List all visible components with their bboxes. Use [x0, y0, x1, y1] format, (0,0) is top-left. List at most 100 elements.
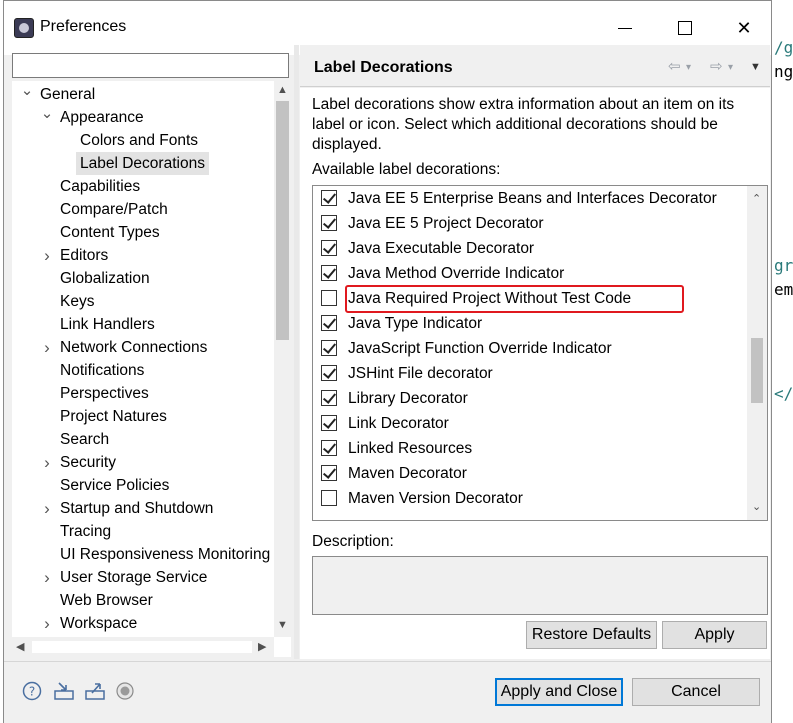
tree-item[interactable]: Label Decorations	[12, 152, 274, 175]
decoration-label: Maven Version Decorator	[348, 490, 523, 507]
tree-horizontal-scrollbar[interactable]: ◀ ▶	[12, 637, 274, 657]
page-header: Label Decorations ⇦ ▾ ⇨ ▾ ▼	[300, 45, 770, 87]
scroll-left-icon[interactable]: ◀	[16, 640, 24, 653]
forward-dropdown-icon[interactable]: ▾	[728, 62, 733, 73]
checkbox-checked[interactable]	[321, 415, 337, 431]
view-menu-icon[interactable]: ▼	[750, 61, 761, 73]
help-icon[interactable]: ?	[22, 681, 42, 701]
decoration-item[interactable]: Link Decorator	[313, 411, 745, 436]
tree-item-label: Globalization	[60, 270, 150, 287]
checkbox-checked[interactable]	[321, 340, 337, 356]
scroll-down-icon[interactable]: ▼	[277, 619, 288, 631]
tree-item[interactable]: UI Responsiveness Monitoring	[12, 543, 274, 566]
tree-item[interactable]: Link Handlers	[12, 313, 274, 336]
checkbox-checked[interactable]	[321, 215, 337, 231]
collapsed-icon[interactable]: ›	[40, 244, 54, 267]
tree-item[interactable]: › Editors	[12, 244, 274, 267]
tree-item[interactable]: Perspectives	[12, 382, 274, 405]
tree-item-label: Link Handlers	[60, 316, 155, 333]
scrollbar-thumb[interactable]	[32, 641, 252, 653]
collapsed-icon[interactable]: ›	[40, 566, 54, 589]
decoration-item[interactable]: Maven Decorator	[313, 461, 745, 486]
checkbox-checked[interactable]	[321, 190, 337, 206]
decoration-label: Java Method Override Indicator	[348, 265, 565, 282]
tree-item-label: Content Types	[60, 224, 160, 241]
decoration-item[interactable]: Java EE 5 Enterprise Beans and Interface…	[313, 186, 745, 211]
checkbox-checked[interactable]	[321, 440, 337, 456]
checkbox-checked[interactable]	[321, 365, 337, 381]
tree-item[interactable]: ⌄ Appearance	[12, 105, 274, 129]
tree-item[interactable]: Tracing	[12, 520, 274, 543]
expanded-icon[interactable]: ⌄	[40, 102, 54, 125]
pane-divider[interactable]	[294, 45, 299, 659]
tree-item-label: Keys	[60, 293, 95, 310]
tree-item[interactable]: Keys	[12, 290, 274, 313]
minimize-button[interactable]	[604, 13, 648, 43]
tree-item[interactable]: Web Browser	[12, 589, 274, 612]
tree-item[interactable]: Notifications	[12, 359, 274, 382]
decoration-item[interactable]: JavaScript Function Override Indicator	[313, 336, 745, 361]
background-editor-text: ng	[774, 62, 793, 81]
window-title: Preferences	[40, 18, 127, 35]
tree-item-label: Tracing	[60, 523, 112, 540]
tree-item[interactable]: › User Storage Service	[12, 566, 274, 589]
tree-item[interactable]: › Security	[12, 451, 274, 474]
decoration-item[interactable]: JSHint File decorator	[313, 361, 745, 386]
list-vertical-scrollbar[interactable]: ⌃ ⌄	[747, 186, 767, 520]
eclipse-icon	[14, 18, 34, 38]
tree-item[interactable]: › Startup and Shutdown	[12, 497, 274, 520]
checkbox-checked[interactable]	[321, 465, 337, 481]
scrollbar-thumb[interactable]	[751, 338, 763, 403]
tree-item[interactable]: Compare/Patch	[12, 198, 274, 221]
decoration-label: Link Decorator	[348, 415, 449, 432]
decoration-item[interactable]: Java Type Indicator	[313, 311, 745, 336]
record-icon[interactable]	[115, 681, 135, 701]
apply-and-close-button[interactable]: Apply and Close	[495, 678, 623, 706]
collapsed-icon[interactable]: ›	[40, 497, 54, 520]
scrollbar-thumb[interactable]	[276, 101, 289, 340]
export-icon[interactable]	[84, 681, 105, 701]
checkbox-unchecked[interactable]	[321, 490, 337, 506]
tree-item[interactable]: Search	[12, 428, 274, 451]
decoration-item[interactable]: Java Method Override Indicator	[313, 261, 745, 286]
maximize-button[interactable]	[664, 13, 708, 43]
close-button[interactable]: ✕	[722, 13, 766, 43]
scroll-right-icon[interactable]: ▶	[258, 640, 266, 653]
import-icon[interactable]	[53, 681, 74, 701]
decoration-item[interactable]: Linked Resources	[313, 436, 745, 461]
expanded-icon[interactable]: ⌄	[20, 81, 34, 102]
collapsed-icon[interactable]: ›	[40, 612, 54, 635]
scroll-up-icon[interactable]: ⌃	[752, 192, 761, 205]
tree-vertical-scrollbar[interactable]: ▲ ▼	[274, 81, 291, 637]
back-dropdown-icon[interactable]: ▾	[686, 62, 691, 73]
collapsed-icon[interactable]: ›	[40, 336, 54, 359]
decoration-item[interactable]: Java Executable Decorator	[313, 236, 745, 261]
decoration-item[interactable]: Library Decorator	[313, 386, 745, 411]
tree-item[interactable]: Service Policies	[12, 474, 274, 497]
filter-input[interactable]	[12, 53, 289, 78]
scroll-up-icon[interactable]: ▲	[277, 84, 288, 96]
checkbox-unchecked[interactable]	[321, 290, 337, 306]
tree-item[interactable]: › Network Connections	[12, 336, 274, 359]
restore-defaults-button[interactable]: Restore Defaults	[526, 621, 657, 649]
decorations-list: Java EE 5 Enterprise Beans and Interface…	[312, 185, 768, 521]
checkbox-checked[interactable]	[321, 315, 337, 331]
tree-item[interactable]: Project Natures	[12, 405, 274, 428]
tree-item[interactable]: Capabilities	[12, 175, 274, 198]
checkbox-checked[interactable]	[321, 390, 337, 406]
tree-item[interactable]: Content Types	[12, 221, 274, 244]
cancel-button[interactable]: Cancel	[632, 678, 760, 706]
checkbox-checked[interactable]	[321, 265, 337, 281]
decoration-item[interactable]: Java EE 5 Project Decorator	[313, 211, 745, 236]
tree-item[interactable]: Globalization	[12, 267, 274, 290]
back-arrow-icon[interactable]: ⇦	[668, 57, 681, 75]
collapsed-icon[interactable]: ›	[40, 451, 54, 474]
forward-arrow-icon[interactable]: ⇨	[710, 57, 723, 75]
decoration-item[interactable]: Maven Version Decorator	[313, 486, 745, 511]
apply-button[interactable]: Apply	[662, 621, 767, 649]
tree-item[interactable]: › Workspace	[12, 612, 274, 635]
decoration-label: Java EE 5 Project Decorator	[348, 215, 544, 232]
scroll-down-icon[interactable]: ⌄	[752, 500, 761, 513]
tree-item[interactable]: Colors and Fonts	[12, 129, 274, 152]
checkbox-checked[interactable]	[321, 240, 337, 256]
